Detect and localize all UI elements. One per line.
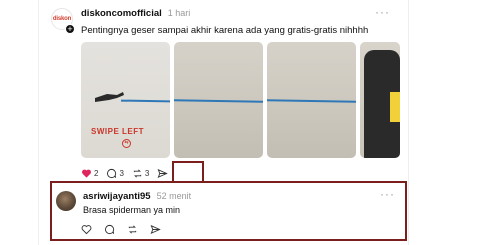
media-carousel[interactable]: SWIPE LEFT ⇆	[81, 42, 400, 158]
comment-button[interactable]: 3	[106, 168, 124, 179]
hand-image	[95, 92, 124, 102]
comment-icon[interactable]	[104, 224, 115, 235]
post-more-icon[interactable]: ···	[375, 6, 390, 18]
reply-text: Brasa spiderman ya min	[83, 205, 181, 215]
feed-card: diskon + diskoncomofficial 1 hari ··· Pe…	[38, 0, 409, 245]
repost-button[interactable]: 3	[132, 168, 149, 179]
post-time[interactable]: 1 hari	[168, 8, 191, 18]
comment-icon	[107, 168, 117, 178]
shirt-image	[390, 92, 400, 122]
post-username[interactable]: diskoncomofficial	[81, 8, 162, 19]
like-button[interactable]: 2	[81, 168, 98, 179]
post-header: diskoncomofficial 1 hari	[81, 8, 190, 22]
carousel-slide[interactable]: SWIPE LEFT ⇆	[81, 42, 170, 158]
comment-count: 3	[119, 168, 124, 178]
heart-icon[interactable]	[81, 224, 92, 235]
carousel-slide[interactable]	[174, 42, 263, 158]
avatar-text: diskon	[52, 16, 72, 22]
heart-icon	[82, 169, 91, 178]
reply-username[interactable]: asriwijayanti95	[83, 191, 151, 202]
like-count: 2	[94, 168, 99, 178]
follow-plus-icon[interactable]: +	[65, 24, 75, 34]
reply-header: asriwijayanti95 52 menit	[83, 191, 191, 202]
post-caption: Pentingnya geser sampai akhir karena ada…	[81, 25, 369, 36]
reply-card: asriwijayanti95 52 menit ··· Brasa spide…	[50, 181, 407, 241]
repost-count: 3	[144, 168, 150, 178]
rope-image	[120, 99, 170, 103]
reply-avatar[interactable]	[56, 191, 76, 211]
reply-action-bar	[81, 224, 161, 235]
post-action-bar: 2 3 3	[81, 166, 169, 180]
reply-more-icon[interactable]: ···	[380, 188, 395, 200]
share-icon	[157, 168, 169, 178]
share-button[interactable]	[157, 168, 169, 179]
rope-image	[267, 99, 356, 103]
carousel-slide[interactable]	[267, 42, 356, 158]
repost-icon	[133, 169, 142, 177]
swipe-left-text: SWIPE LEFT	[91, 127, 144, 136]
share-icon[interactable]	[150, 224, 161, 235]
swipe-arrow-icon: ⇆	[122, 139, 131, 148]
repost-highlight-box	[172, 161, 204, 183]
rope-image	[174, 99, 263, 103]
reply-time[interactable]: 52 menit	[157, 191, 192, 201]
carousel-slide[interactable]	[360, 42, 400, 158]
repost-icon[interactable]	[127, 224, 138, 235]
